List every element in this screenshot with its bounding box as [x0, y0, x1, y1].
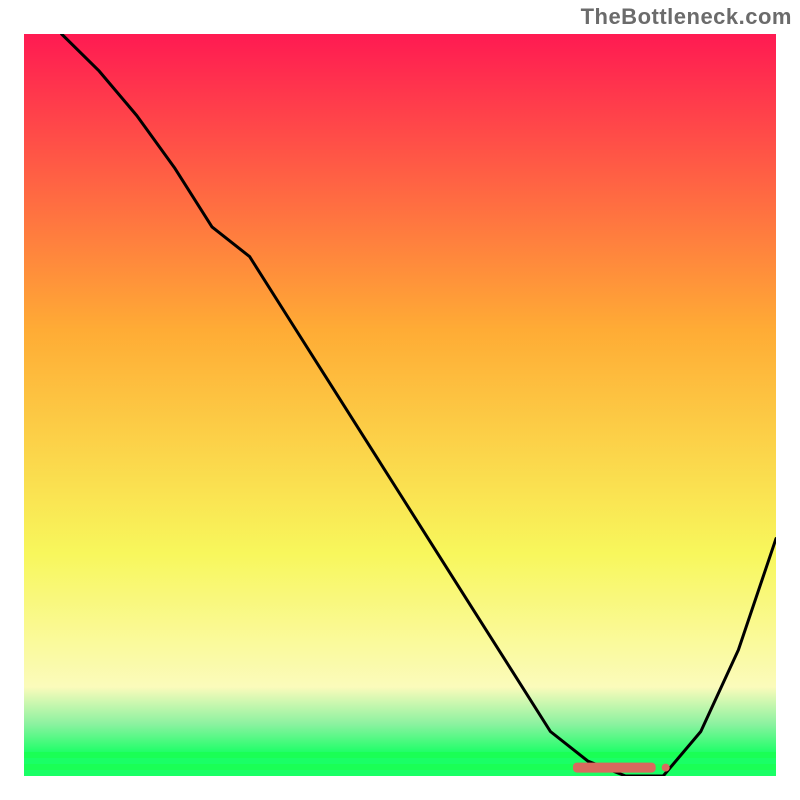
chart-background	[24, 34, 776, 776]
watermark-text: TheBottleneck.com	[581, 4, 792, 30]
bottleneck-chart	[24, 34, 776, 776]
chart-svg	[24, 34, 776, 776]
green-stripe	[24, 758, 776, 764]
minimum-marker-dot	[662, 764, 670, 772]
green-stripe	[24, 752, 776, 758]
minimum-marker	[573, 763, 656, 773]
